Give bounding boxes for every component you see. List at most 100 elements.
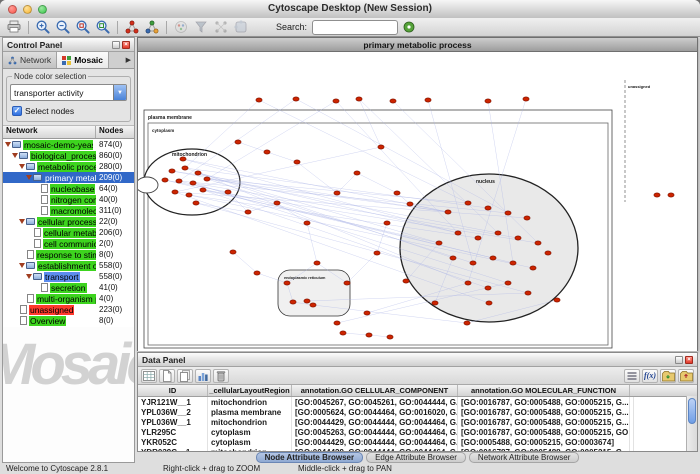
network-node[interactable]: [180, 157, 186, 161]
cell[interactable]: [GO:0045267, GO:0045261, GO:0044444, G..…: [292, 397, 458, 407]
cell[interactable]: [GO:0044429, GO:0044444, GO:0044464, G..…: [292, 447, 458, 451]
network-node[interactable]: [354, 171, 360, 175]
network-node[interactable]: [200, 188, 206, 192]
network-node[interactable]: [465, 201, 471, 205]
network-node[interactable]: [290, 300, 296, 304]
network-node[interactable]: [264, 150, 270, 154]
tree-item-nucleobase[interactable]: nucleobase64(0): [3, 183, 134, 194]
cell[interactable]: YJR121W__1: [138, 397, 208, 407]
tree-item-establishment-of-lo[interactable]: establishment of lo558(0): [3, 260, 134, 271]
network-node[interactable]: [394, 191, 400, 195]
cell[interactable]: [GO:0044429, GO:0044444, GO:0044464, G..…: [292, 417, 458, 427]
tree-expand-icon[interactable]: [19, 164, 25, 169]
cell[interactable]: [GO:0016787, GO:0005488, GO:0005215, GO:…: [458, 427, 630, 437]
network-node[interactable]: [186, 193, 192, 197]
tree-item-cellular-metabo[interactable]: cellular metabo206(0): [3, 227, 134, 238]
cell[interactable]: [GO:0044429, GO:0044444, GO:0044464, G..…: [292, 437, 458, 447]
network-node[interactable]: [403, 279, 409, 283]
cell[interactable]: YPL036W__1: [138, 417, 208, 427]
network-node[interactable]: [169, 169, 175, 173]
network-node[interactable]: [340, 331, 346, 335]
tab-node-attribute-browser[interactable]: Node Attribute Browser: [256, 452, 364, 463]
tree-item-cell-communicat[interactable]: cell communicat2(0): [3, 238, 134, 249]
tree-item-multi-organism-pro[interactable]: multi-organism pro4(0): [3, 293, 134, 304]
zoom-out-icon[interactable]: [54, 19, 72, 36]
column-header-id[interactable]: ID: [138, 385, 208, 396]
zoom-fit-icon[interactable]: [94, 19, 112, 36]
network-node[interactable]: [523, 97, 529, 101]
table-scrollbar[interactable]: [686, 396, 697, 451]
scrollbar-thumb[interactable]: [688, 398, 696, 424]
tab-mosaic[interactable]: Mosaic: [57, 52, 109, 68]
window-titlebar[interactable]: Cytoscape Desktop (New Session): [0, 0, 700, 19]
cell[interactable]: YDR039C__1: [138, 447, 208, 451]
table-row[interactable]: YLR295Ccytoplasm[GO:0045263, GO:0044444,…: [138, 427, 686, 437]
network-node[interactable]: [455, 231, 461, 235]
network-node[interactable]: [554, 298, 560, 302]
cell[interactable]: [GO:0005624, GO:0044464, GO:0016020, G..…: [292, 407, 458, 417]
network-overview-icon[interactable]: [143, 19, 161, 36]
zoom-selected-icon[interactable]: [74, 19, 92, 36]
network-node[interactable]: [530, 266, 536, 270]
column-header-annotation-go-molecular-function[interactable]: annotation.GO MOLECULAR_FUNCTION: [458, 385, 630, 396]
table-row[interactable]: YDR039C__1mitochondrion[GO:0044429, GO:0…: [138, 447, 686, 451]
tree-column-nodes[interactable]: Nodes: [96, 126, 134, 138]
network-node[interactable]: [274, 201, 280, 205]
select-nodes-row[interactable]: ✓ Select nodes: [10, 106, 127, 116]
network-node[interactable]: [545, 251, 551, 255]
network-node[interactable]: [333, 99, 339, 103]
table-row[interactable]: YPL036W__2plasma membrane[GO:0005624, GO…: [138, 407, 686, 417]
tree-item-cellular-process[interactable]: cellular process22(0): [3, 216, 134, 227]
cell[interactable]: YKR052C: [138, 437, 208, 447]
filter-icon[interactable]: [192, 19, 210, 36]
formula-builder-icon[interactable]: f(x): [642, 369, 658, 383]
cell[interactable]: YLR295C: [138, 427, 208, 437]
tree-item-nitrogen-compo[interactable]: nitrogen compo40(0): [3, 194, 134, 205]
tree-item-transport[interactable]: transport558(0): [3, 271, 134, 282]
print-icon[interactable]: [5, 19, 23, 36]
table-row[interactable]: YKR052Ccytoplasm[GO:0044429, GO:0044444,…: [138, 437, 686, 447]
attribute-chart-icon[interactable]: [195, 369, 211, 383]
network-node[interactable]: [407, 202, 413, 206]
network-node[interactable]: [515, 236, 521, 240]
network-node[interactable]: [304, 221, 310, 225]
network-node[interactable]: [432, 301, 438, 305]
network-node[interactable]: [465, 281, 471, 285]
tree-item-biological-process[interactable]: biological_process860(0): [3, 150, 134, 161]
network-node[interactable]: [235, 140, 241, 144]
tree-item-overview[interactable]: Overview8(0): [3, 315, 134, 326]
network-node[interactable]: [182, 166, 188, 170]
layout-icon[interactable]: [212, 19, 230, 36]
network-node[interactable]: [387, 335, 393, 339]
network-node[interactable]: [294, 160, 300, 164]
network-frame-titlebar[interactable]: primary metabolic process: [138, 38, 697, 52]
tree-column-network[interactable]: Network: [3, 126, 96, 138]
tab-network[interactable]: Network: [3, 52, 57, 68]
cell[interactable]: cytoplasm: [208, 427, 292, 437]
float-panel-icon[interactable]: [112, 41, 120, 49]
network-create-icon[interactable]: [123, 19, 141, 36]
network-node[interactable]: [505, 281, 511, 285]
table-row[interactable]: YPL036W__1mitochondrion[GO:0044429, GO:0…: [138, 417, 686, 427]
cell[interactable]: [GO:0016787, GO:0005488, GO:0005215, G..…: [458, 447, 630, 451]
cell[interactable]: [GO:0016787, GO:0005488, GO:0005215, G..…: [458, 407, 630, 417]
zoom-in-icon[interactable]: [34, 19, 52, 36]
attribute-list-icon[interactable]: [624, 369, 640, 383]
tree-expand-icon[interactable]: [26, 175, 32, 180]
new-attribute-icon[interactable]: [159, 369, 175, 383]
network-node[interactable]: [486, 301, 492, 305]
network-node[interactable]: [535, 241, 541, 245]
tree-item-macromolecule[interactable]: macromolecule311(0): [3, 205, 134, 216]
network-node[interactable]: [204, 177, 210, 181]
network-node[interactable]: [334, 321, 340, 325]
network-node[interactable]: [495, 231, 501, 235]
network-node[interactable]: [450, 256, 456, 260]
cell[interactable]: [GO:0045263, GO:0044444, GO:0044464, G..…: [292, 427, 458, 437]
network-node[interactable]: [390, 99, 396, 103]
column-header-cellularlayoutregion[interactable]: _cellularLayoutRegion: [208, 385, 292, 396]
search-input[interactable]: [312, 20, 398, 35]
network-node[interactable]: [505, 211, 511, 215]
network-node[interactable]: [245, 210, 251, 214]
tree-expand-icon[interactable]: [19, 219, 25, 224]
network-node[interactable]: [293, 97, 299, 101]
